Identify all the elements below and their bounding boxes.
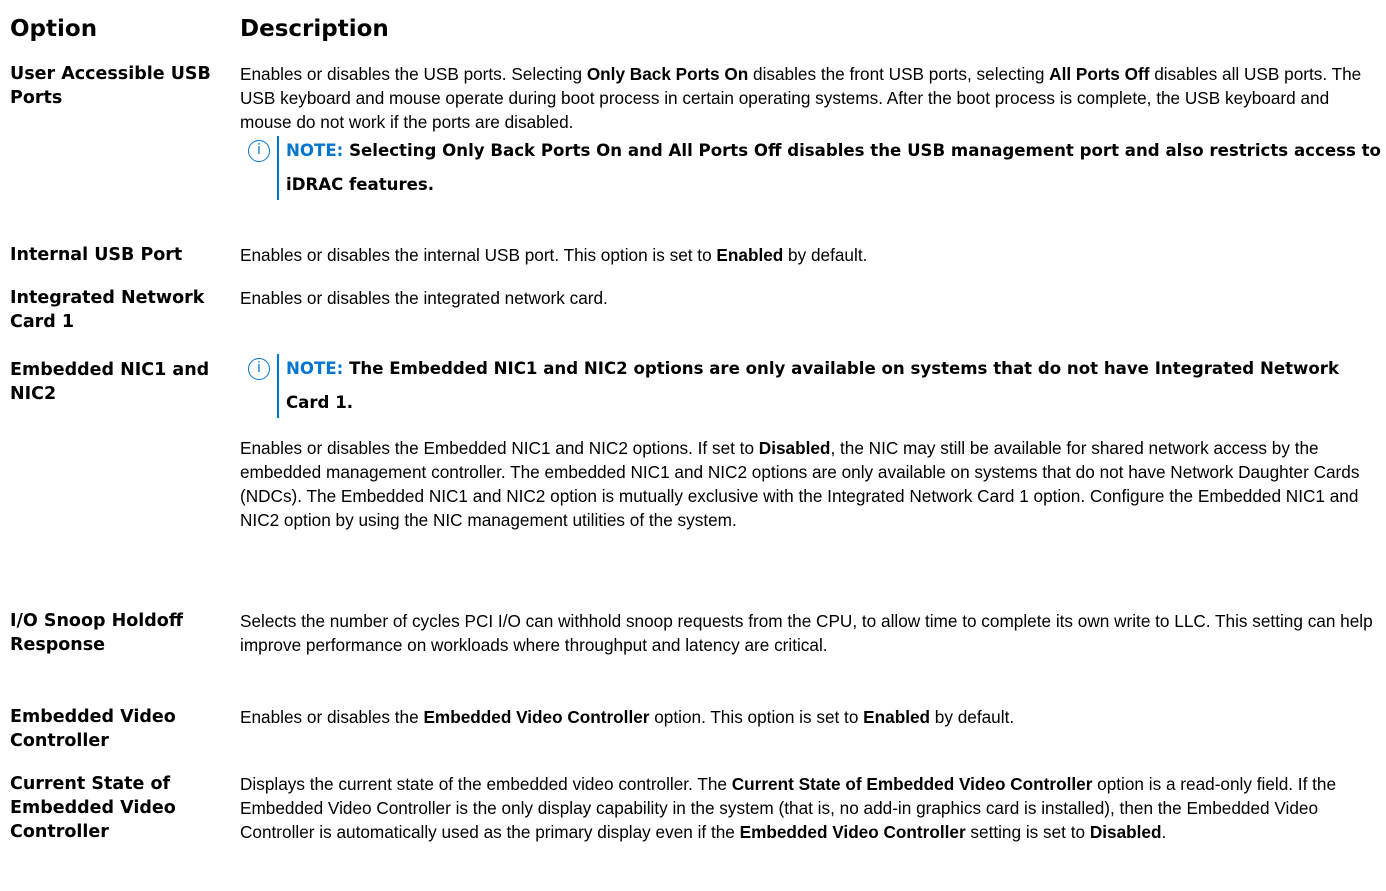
option-name: Current State of Embedded Video Controll… (10, 774, 176, 842)
note-callout: i NOTE: The Embedded NIC1 and NIC2 optio… (248, 352, 1386, 420)
option-column-header: Option (10, 16, 98, 42)
option-name: User Accessible USB Ports (10, 64, 211, 108)
description-emphasis: Disabled (1089, 822, 1162, 842)
info-icon: i (248, 140, 270, 162)
description-text: Selects the number of cycles PCI I/O can… (240, 611, 1373, 655)
description-text: by default. (930, 707, 1015, 727)
option-description: Enables or disables the USB ports. Selec… (240, 62, 1381, 202)
option-name: Integrated Network Card 1 (10, 288, 205, 332)
note-text: The Embedded NIC1 and NIC2 options are o… (286, 359, 1339, 412)
note-text: Selecting Only Back Ports On and All Por… (286, 141, 1381, 194)
description-column-header: Description (240, 16, 389, 42)
note-divider (277, 354, 279, 418)
option-description: Displays the current state of the embedd… (240, 772, 1380, 844)
description-text: Enables or disables the (240, 707, 424, 727)
description-text: Enables or disables the integrated netwo… (240, 288, 608, 308)
description-text: Enables or disables the Embedded NIC1 an… (240, 438, 759, 458)
note-label: NOTE: (286, 359, 344, 378)
description-text: Enables or disables the USB ports. Selec… (240, 64, 587, 84)
description-emphasis: Only Back Ports On (586, 64, 749, 84)
option-description: i NOTE: The Embedded NIC1 and NIC2 optio… (240, 352, 1380, 532)
option-description: Selects the number of cycles PCI I/O can… (240, 609, 1380, 657)
option-name: Embedded NIC1 and NIC2 (10, 360, 210, 404)
option-name: I/O Snoop Holdoff Response (10, 611, 183, 655)
description-text: . (1161, 822, 1167, 842)
option-name: Internal USB Port (10, 245, 183, 265)
description-emphasis: All Ports Off (1049, 64, 1150, 84)
description-text: by default. (783, 245, 868, 265)
description-emphasis: Embedded Video Controller (423, 707, 650, 727)
description-emphasis: Embedded Video Controller (739, 822, 966, 842)
description-emphasis: Enabled (863, 707, 931, 727)
description-emphasis: Disabled (758, 438, 831, 458)
description-emphasis: Current State of Embedded Video Controll… (731, 774, 1093, 794)
note-label: NOTE: (286, 141, 344, 160)
option-description: Enables or disables the Embedded Video C… (240, 705, 1380, 729)
note-divider (277, 136, 279, 200)
table-header: Option Description (0, 12, 1386, 46)
info-icon: i (248, 358, 270, 380)
option-description: Enables or disables the integrated netwo… (240, 286, 1380, 310)
description-text: Displays the current state of the embedd… (240, 774, 732, 794)
description-text: setting is set to (965, 822, 1090, 842)
description-text: option. This option is set to (649, 707, 864, 727)
description-emphasis: Enabled (716, 245, 784, 265)
option-description: Enables or disables the internal USB por… (240, 243, 1380, 267)
option-name: Embedded Video Controller (10, 707, 176, 751)
note-callout: i NOTE: Selecting Only Back Ports On and… (248, 134, 1386, 202)
description-text: disables the front USB ports, selecting (748, 64, 1050, 84)
description-text: Enables or disables the internal USB por… (240, 245, 717, 265)
